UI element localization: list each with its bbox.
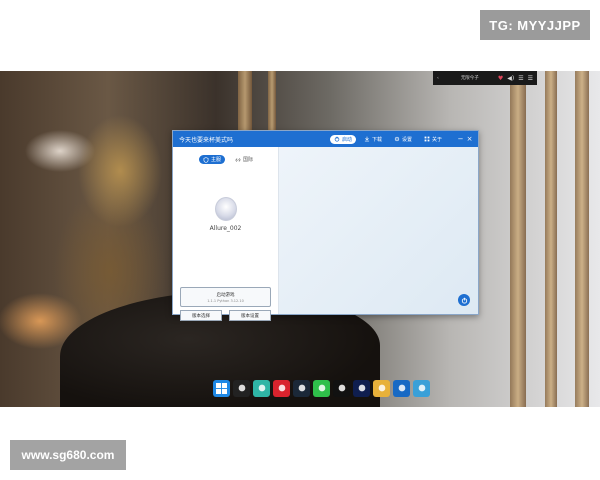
account-panel: 主服 国际 Allure_002 启动游戏 1.1.1 Python 3.12.… [173,147,279,321]
game-icon[interactable] [413,379,430,397]
piano-icon[interactable] [233,379,250,397]
avatar [215,197,237,221]
heart-icon[interactable]: ♥ [498,75,503,82]
music-widget[interactable]: ‹ 无限今子 ♥ ◀) ☰ ☰ [433,71,537,85]
netease-music-icon[interactable] [273,379,290,397]
tg-watermark: TG: MYYJJPP [480,10,590,40]
power-button[interactable] [458,294,470,306]
content-area [279,147,478,314]
close-button[interactable]: × [465,135,474,143]
subtab-label: 主服 [211,157,222,163]
site-watermark: www.sg680.com [10,440,126,470]
launch-game-button[interactable]: 启动游戏 1.1.1 Python 3.12.10 [180,287,271,307]
tab-about[interactable]: 关于 [420,135,446,144]
tab-download[interactable]: 下载 [360,135,386,144]
wallpaper-pillar [510,71,526,407]
wechat-icon[interactable] [313,379,330,397]
window-title: 今天也要来杯美式吗 [179,136,234,144]
subtab-label: 国际 [243,157,254,163]
title-bar[interactable]: 今天也要来杯美式吗 启动 下载 设置 关于 − × [173,131,478,147]
tab-label: 启动 [341,136,352,143]
qq-icon[interactable] [333,379,350,397]
steam-icon[interactable] [293,379,310,397]
version-select-button[interactable]: 版本选择 [180,310,222,321]
launcher-window: 今天也要来杯美式吗 启动 下载 设置 关于 − × 主服 国际 Allure_0… [172,130,479,321]
edge-browser-icon[interactable] [253,379,270,397]
version-settings-button[interactable]: 版本设置 [229,310,271,321]
link-icon [235,157,241,162]
launch-button-label: 启动游戏 [216,293,235,298]
volume-icon[interactable]: ◀) [507,75,514,82]
tab-settings[interactable]: 设置 [390,135,416,144]
server-tabs: 主服 国际 [199,155,257,164]
tab-label: 关于 [431,136,442,143]
wallpaper-pillar [575,71,589,407]
taskbar [213,377,430,399]
subtab-international[interactable]: 国际 [231,155,257,164]
screen-capture-icon[interactable] [393,379,410,397]
music-song-title: 无限今子 [460,76,479,81]
minimize-button[interactable]: − [456,135,465,143]
power-icon [334,136,340,142]
wallpaper-pillar [545,71,557,407]
tab-label: 下载 [371,136,382,143]
app-icon[interactable] [373,379,390,397]
download-icon [364,136,370,142]
subtab-main-server[interactable]: 主服 [199,155,226,164]
lyrics-icon[interactable]: ☰ [518,75,523,82]
music-prev-icon[interactable]: ‹ [437,76,439,81]
tab-label: 设置 [401,136,412,143]
grid-icon [424,136,430,142]
tab-launch[interactable]: 启动 [329,134,356,144]
gear-icon [394,136,400,142]
playlist-icon[interactable]: ☰ [528,75,533,82]
windows-start-icon[interactable] [213,379,230,397]
username: Allure_002 [209,225,242,232]
shield-icon [203,156,209,163]
power-icon [461,297,467,304]
launch-version-info: 1.1.1 Python 3.12.10 [207,299,244,303]
top-tabs: 启动 下载 设置 关于 [329,134,446,144]
photoshop-icon[interactable] [353,379,370,397]
